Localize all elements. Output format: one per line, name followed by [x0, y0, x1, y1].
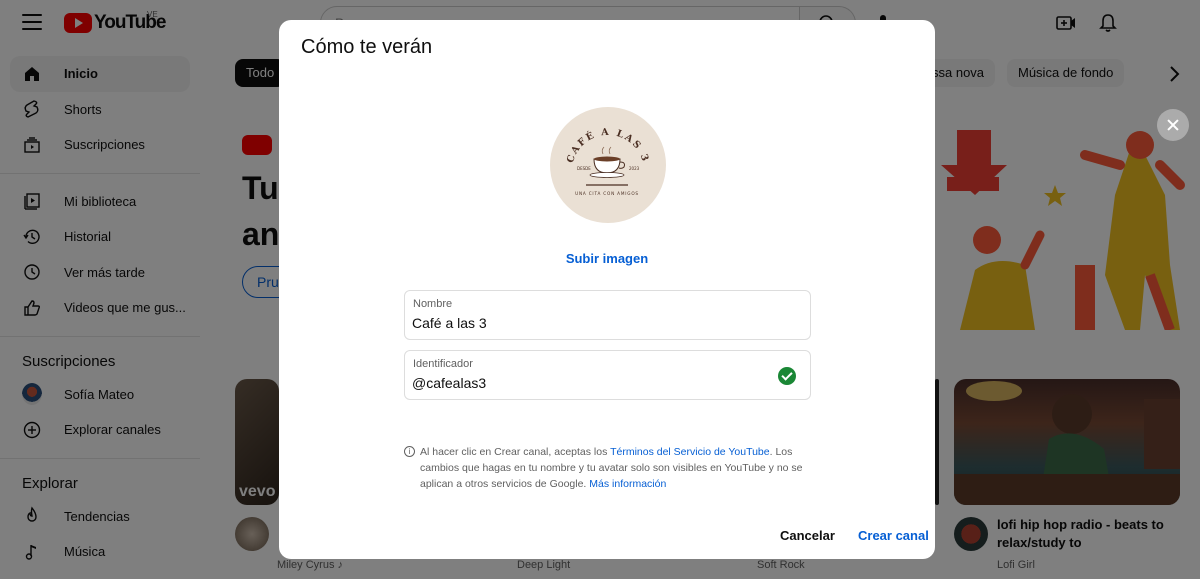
logo-tagline-text: UNA CITA CON AMIGOS	[575, 191, 639, 196]
create-channel-dialog: Cómo te verán CAFÉ A LAS 3 DESDE 2023 UN…	[279, 20, 935, 559]
name-input[interactable]	[412, 315, 772, 331]
dialog-title: Cómo te verán	[301, 36, 433, 58]
cancel-button[interactable]: Cancelar	[780, 528, 835, 543]
logo-year-text: 2023	[629, 166, 640, 171]
check-circle-icon	[778, 367, 796, 385]
close-icon[interactable]	[1157, 109, 1189, 141]
name-label: Nombre	[413, 298, 453, 310]
legal-notice: i Al hacer clic en Crear canal, aceptas …	[404, 444, 814, 492]
upload-image-link[interactable]: Subir imagen	[279, 251, 935, 266]
legal-prefix: Al hacer clic en Crear canal, aceptas lo…	[420, 446, 608, 458]
logo-desde-text: DESDE	[577, 166, 591, 171]
handle-label: Identificador	[413, 358, 473, 370]
name-field[interactable]: Nombre	[404, 290, 811, 340]
create-channel-button[interactable]: Crear canal	[858, 528, 929, 543]
terms-of-service-link[interactable]: Términos del Servicio de YouTube	[610, 446, 770, 458]
more-info-link[interactable]: Más información	[589, 478, 666, 490]
info-icon: i	[404, 446, 415, 457]
cafe-logo: CAFÉ A LAS 3 DESDE 2023 UNA CITA CON AMI…	[565, 127, 649, 196]
channel-avatar-preview[interactable]: CAFÉ A LAS 3 DESDE 2023 UNA CITA CON AMI…	[550, 107, 666, 223]
handle-field[interactable]: Identificador	[404, 350, 811, 400]
handle-input[interactable]	[412, 375, 772, 391]
